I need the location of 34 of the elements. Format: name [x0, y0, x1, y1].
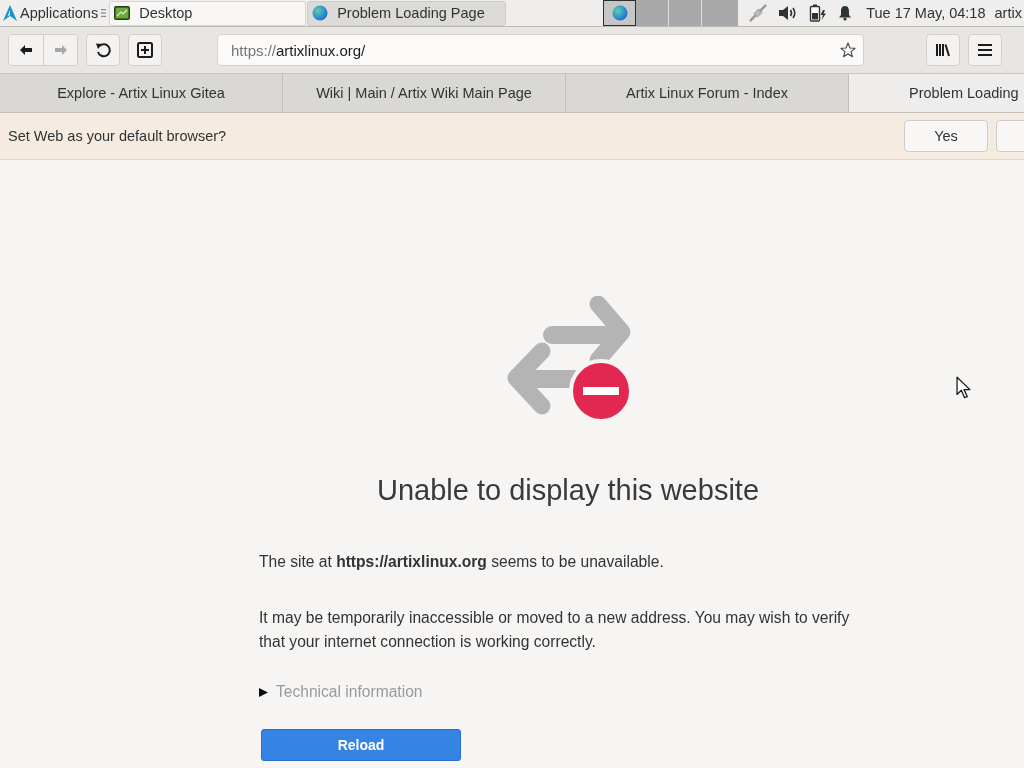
bookmark-star-icon[interactable] [840, 42, 856, 58]
error-title: Unable to display this website [375, 473, 760, 508]
back-arrow-icon [20, 45, 32, 55]
globe-icon [611, 5, 628, 21]
plus-square-icon [137, 42, 153, 58]
applications-menu[interactable]: Applications [0, 1, 101, 25]
globe-icon [312, 5, 329, 21]
library-books-icon [935, 42, 951, 58]
taskbar-button[interactable]: Desktop [109, 0, 307, 26]
clock[interactable]: Tue 17 May, 04:18 [866, 5, 986, 21]
desktop-icon [114, 5, 131, 21]
workspace-button[interactable] [603, 0, 637, 26]
forward-arrow-icon [54, 45, 67, 55]
error-description: It may be temporarily inaccessible or moved to a new address. You may wish to verify that your internet connection is working correctly. [259, 608, 851, 652]
handle-icon [101, 8, 107, 18]
menu-button[interactable] [968, 34, 1002, 66]
reload-button[interactable] [86, 34, 120, 66]
browser-tab[interactable]: Problem Loading [849, 74, 1024, 112]
library-button[interactable] [926, 34, 960, 66]
mouse-pointer-icon [956, 376, 971, 400]
taskbar-button[interactable]: Problem Loading Page [307, 0, 507, 26]
browser-tab[interactable]: Explore - Artix Linux Gitea [0, 74, 283, 112]
menu-icon [977, 42, 993, 58]
user-name[interactable]: artix [994, 5, 1022, 21]
bell-icon[interactable] [838, 5, 853, 21]
reload-icon [95, 42, 111, 58]
infobar-button[interactable]: Yes [904, 120, 988, 152]
logo-icon [3, 5, 17, 21]
reload-button[interactable]: Reload [261, 729, 461, 761]
error-description: The site at https://artixlinux.org seems to be unavailable. [259, 552, 665, 572]
browser-tab[interactable]: Wiki | Main / Artix Wiki Main Page [283, 74, 566, 112]
infobar-message: Set Web as your default browser? [8, 128, 227, 144]
new-tab-button[interactable] [128, 34, 162, 66]
url-field[interactable]: https://artixlinux.org/ [217, 34, 864, 66]
